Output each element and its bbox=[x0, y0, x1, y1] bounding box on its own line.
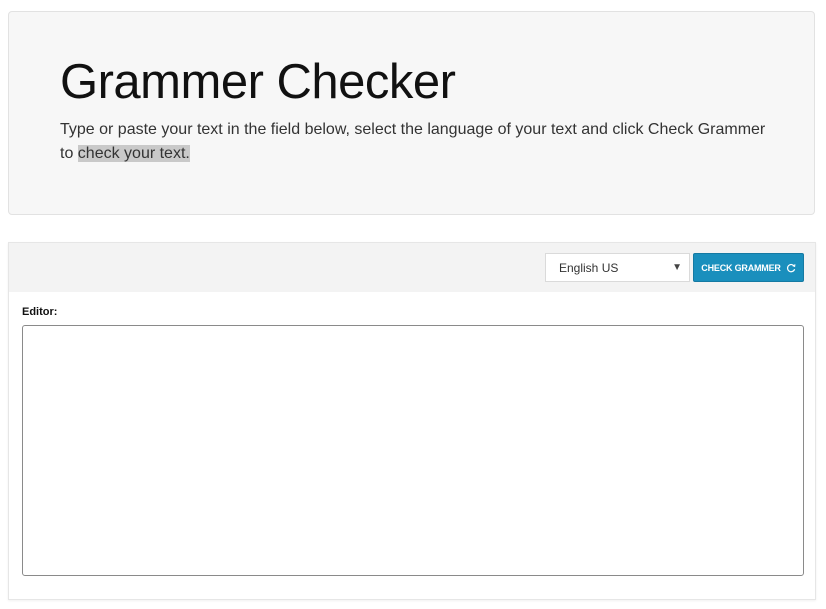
page-description: Type or paste your text in the field bel… bbox=[60, 118, 780, 166]
page-title: Grammer Checker bbox=[60, 55, 456, 109]
check-grammer-button[interactable]: CHECK GRAMMER bbox=[693, 253, 804, 282]
check-grammer-label: CHECK GRAMMER bbox=[701, 262, 781, 273]
hero-banner: Grammer Checker Type or paste your text … bbox=[8, 11, 815, 215]
description-highlighted-text: check your text. bbox=[77, 145, 190, 162]
editor-textarea[interactable] bbox=[22, 325, 804, 576]
language-selected-value: English US bbox=[559, 261, 619, 275]
checker-panel: English US ▼ CHECK GRAMMER Editor: bbox=[8, 242, 816, 600]
triangle-down-icon: ▼ bbox=[672, 262, 682, 273]
language-select[interactable]: English US ▼ bbox=[545, 253, 690, 282]
toolbar: English US ▼ CHECK GRAMMER bbox=[9, 243, 815, 292]
refresh-icon bbox=[786, 263, 796, 273]
editor-label: Editor: bbox=[22, 306, 58, 318]
